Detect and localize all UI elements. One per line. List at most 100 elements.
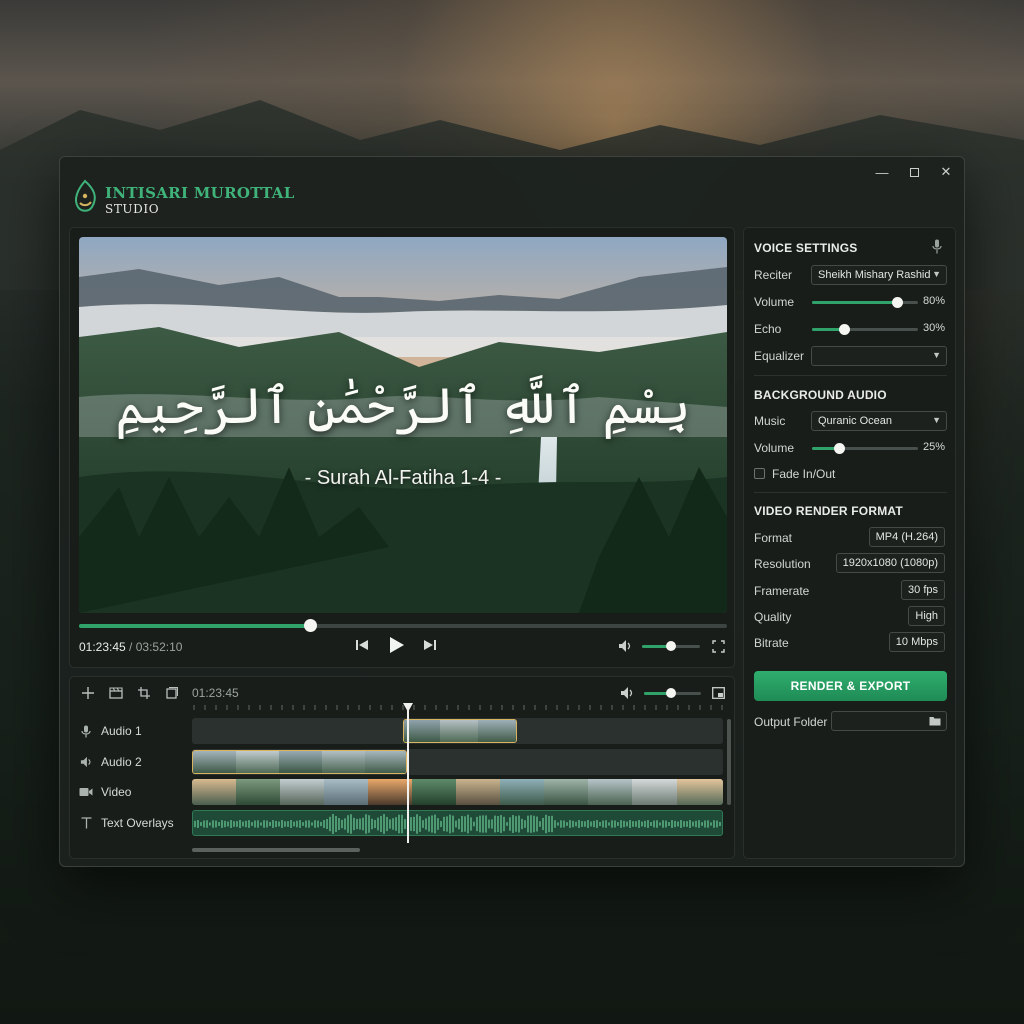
timeline-ruler[interactable] bbox=[192, 703, 724, 711]
voice-volume-handle[interactable] bbox=[891, 297, 903, 308]
lane-audio-2[interactable] bbox=[192, 749, 723, 775]
app-logo bbox=[75, 179, 96, 212]
format-value[interactable]: MP4 (H.264) bbox=[868, 527, 945, 547]
layers-button[interactable] bbox=[162, 684, 182, 702]
settings-panel: VOICE SETTINGS Reciter Sheikh Mishary Ra… bbox=[743, 227, 956, 859]
skip-forward-icon bbox=[424, 640, 436, 650]
time-display: 01:23:45 / 03:52:10 bbox=[79, 640, 182, 654]
speaker-icon[interactable] bbox=[620, 686, 635, 700]
timeline-volume-handle[interactable] bbox=[665, 688, 676, 698]
maximize-button[interactable] bbox=[898, 161, 930, 183]
track-name: Audio 2 bbox=[101, 755, 142, 769]
play-button[interactable] bbox=[382, 632, 412, 658]
clapperboard-button[interactable] bbox=[106, 684, 126, 702]
track-name: Video bbox=[101, 785, 132, 799]
music-volume-value: 25% bbox=[922, 441, 945, 453]
fullscreen-icon[interactable] bbox=[712, 640, 725, 653]
resolution-label: Resolution bbox=[754, 557, 811, 571]
microphone-icon bbox=[81, 725, 91, 737]
reciter-label: Reciter bbox=[754, 268, 793, 282]
surah-caption: - Surah Al-Fatiha 1-4 - bbox=[304, 467, 502, 489]
add-track-button[interactable] bbox=[78, 684, 98, 702]
fade-checkbox[interactable] bbox=[754, 468, 765, 479]
voice-volume-slider[interactable] bbox=[812, 297, 918, 308]
picture-in-picture-icon[interactable] bbox=[712, 687, 725, 699]
track-label-video[interactable]: Video bbox=[79, 779, 131, 805]
preview-volume-handle[interactable] bbox=[666, 641, 676, 651]
timeline-horizontal-scrollbar[interactable] bbox=[192, 848, 360, 852]
output-folder-field[interactable] bbox=[831, 711, 947, 731]
app-window: INTISARI MUROTTAL STUDIO — ✕ بِسْمِ ٱللَ… bbox=[59, 156, 965, 867]
music-volume-slider[interactable] bbox=[812, 443, 918, 454]
playhead[interactable] bbox=[407, 705, 409, 843]
equalizer-label: Equalizer bbox=[754, 349, 805, 363]
echo-slider[interactable] bbox=[812, 324, 918, 335]
section-divider bbox=[754, 375, 947, 376]
chevron-down-icon: ▼ bbox=[932, 269, 941, 279]
quality-label: Quality bbox=[754, 610, 792, 624]
timeline-volume-slider[interactable] bbox=[644, 688, 701, 698]
maximize-icon bbox=[909, 167, 919, 177]
microphone-icon[interactable] bbox=[932, 239, 942, 254]
reciter-select[interactable]: Sheikh Mishary Rashid ▼ bbox=[811, 265, 947, 285]
plus-icon bbox=[82, 687, 94, 699]
text-icon bbox=[81, 817, 91, 829]
equalizer-select[interactable]: ▼ bbox=[811, 346, 947, 366]
lane-audio-1[interactable] bbox=[192, 718, 723, 744]
voice-volume-fill bbox=[812, 301, 897, 304]
video-clip-strip[interactable] bbox=[192, 779, 723, 805]
time-separator: / bbox=[125, 640, 136, 654]
music-volume-handle[interactable] bbox=[833, 443, 845, 454]
video-camera-icon bbox=[79, 788, 93, 796]
echo-handle[interactable] bbox=[838, 324, 850, 335]
render-export-button[interactable]: RENDER & EXPORT bbox=[754, 671, 947, 701]
lane-video[interactable] bbox=[192, 779, 723, 805]
music-select[interactable]: Quranic Ocean ▼ bbox=[811, 411, 947, 431]
minimize-icon: — bbox=[875, 164, 889, 180]
layers-icon bbox=[166, 687, 178, 699]
quality-value[interactable]: High bbox=[908, 606, 945, 626]
track-label-audio-1[interactable]: Audio 1 bbox=[79, 718, 142, 744]
close-button[interactable]: ✕ bbox=[930, 161, 962, 183]
bitrate-value[interactable]: 10 Mbps bbox=[888, 632, 945, 652]
skip-back-button[interactable] bbox=[350, 632, 374, 658]
music-value: Quranic Ocean bbox=[818, 415, 892, 427]
minimize-button[interactable]: — bbox=[866, 161, 898, 183]
skip-back-icon bbox=[356, 640, 368, 650]
track-label-text-overlays[interactable]: Text Overlays bbox=[79, 810, 174, 836]
play-icon bbox=[390, 637, 404, 653]
crop-icon bbox=[138, 687, 150, 699]
playback-controls bbox=[350, 632, 450, 658]
background-audio-title: BACKGROUND AUDIO bbox=[754, 388, 887, 402]
voice-volume-value: 80% bbox=[922, 295, 945, 307]
timeline-panel: 01:23:45 Audio 1 Audio 2 Video Text Over… bbox=[69, 676, 735, 859]
lane-text-overlays[interactable] bbox=[192, 810, 723, 836]
preview-volume-slider[interactable] bbox=[642, 641, 700, 651]
resolution-value[interactable]: 1920x1080 (1080p) bbox=[835, 553, 945, 573]
track-label-audio-2[interactable]: Audio 2 bbox=[79, 749, 142, 775]
playback-progress-fill bbox=[79, 624, 311, 628]
output-folder-label: Output Folder bbox=[754, 715, 828, 729]
audio-1-clip[interactable] bbox=[403, 719, 517, 743]
folder-icon[interactable] bbox=[929, 716, 941, 726]
music-label: Music bbox=[754, 414, 786, 428]
timeline-vertical-scrollbar[interactable] bbox=[727, 719, 731, 805]
audio-waveform bbox=[194, 814, 721, 834]
framerate-value[interactable]: 30 fps bbox=[901, 580, 945, 600]
chevron-down-icon: ▼ bbox=[932, 350, 941, 360]
music-volume-label: Volume bbox=[754, 441, 795, 455]
speaker-icon[interactable] bbox=[618, 639, 633, 653]
preview-panel: بِسْمِ ٱللَّهِ ٱلرَّحْمَٰنِ ٱلرَّحِيمِ -… bbox=[69, 227, 735, 668]
skip-forward-button[interactable] bbox=[418, 632, 442, 658]
playback-progress-bar[interactable] bbox=[79, 619, 727, 632]
audio-2-clip[interactable] bbox=[192, 750, 407, 774]
track-name: Audio 1 bbox=[101, 724, 142, 738]
clapperboard-icon bbox=[109, 687, 123, 699]
echo-label: Echo bbox=[754, 322, 782, 336]
track-name: Text Overlays bbox=[101, 816, 174, 830]
playback-progress-handle[interactable] bbox=[304, 619, 318, 632]
video-preview[interactable]: بِسْمِ ٱللَّهِ ٱلرَّحْمَٰنِ ٱلرَّحِيمِ -… bbox=[79, 237, 727, 613]
crop-button[interactable] bbox=[134, 684, 154, 702]
speaker-icon bbox=[80, 756, 90, 768]
arabic-verse-overlay: بِسْمِ ٱللَّهِ ٱلرَّحْمَٰنِ ٱلرَّحِيمِ bbox=[115, 377, 691, 435]
